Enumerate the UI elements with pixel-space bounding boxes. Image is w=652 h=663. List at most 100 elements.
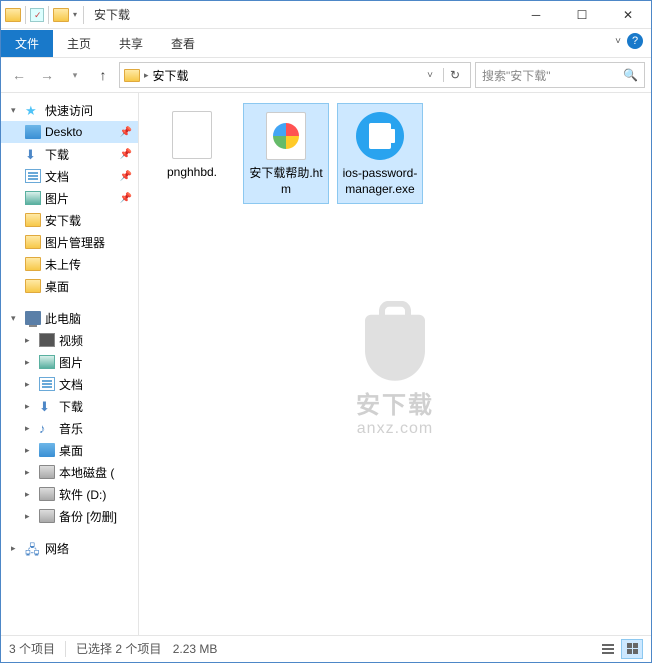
sidebar-item-pictures[interactable]: ▸图片	[1, 351, 138, 373]
sidebar-item-folder[interactable]: 桌面	[1, 275, 138, 297]
sidebar-item-folder[interactable]: 图片管理器	[1, 231, 138, 253]
expand-icon[interactable]: ▸	[25, 335, 35, 346]
file-item[interactable]: 安下载帮助.htm	[243, 103, 329, 204]
sidebar-item-label: 本地磁盘 (	[59, 464, 114, 481]
help-icon[interactable]: ?	[627, 33, 643, 49]
expand-icon[interactable]: ▾	[11, 105, 21, 116]
sidebar-item-label: 图片管理器	[45, 234, 105, 251]
expand-icon[interactable]: ▸	[25, 357, 35, 368]
sidebar-item-label: 下载	[45, 146, 69, 163]
drive-icon	[39, 509, 55, 523]
expand-icon[interactable]: ▸	[25, 423, 35, 434]
drive-icon	[39, 465, 55, 479]
tab-share[interactable]: 共享	[105, 30, 157, 57]
pin-icon: 📌	[120, 149, 132, 160]
title-bar: ✓ ▾ 安下载 ─ ☐ ✕	[1, 1, 651, 29]
sidebar-item-label: 下载	[59, 398, 83, 415]
sidebar-item-label: 备份 [勿删]	[59, 508, 117, 525]
sidebar-item-downloads[interactable]: ⬇下载📌	[1, 143, 138, 165]
document-icon	[25, 169, 41, 183]
breadcrumb-location[interactable]: 安下载	[153, 67, 189, 84]
recent-dropdown-icon[interactable]: ▾	[63, 63, 87, 87]
expand-icon[interactable]: ▸	[25, 401, 35, 412]
star-icon: ★	[25, 103, 41, 117]
htm-file-icon	[266, 112, 306, 160]
video-icon	[39, 333, 55, 347]
sidebar-item-label: 软件 (D:)	[59, 486, 106, 503]
sidebar-item-folder[interactable]: 安下载	[1, 209, 138, 231]
file-label: pnghhbd.	[167, 165, 217, 181]
sidebar-item-label: 快速访问	[45, 102, 93, 119]
watermark-text: anxz.com	[356, 420, 434, 438]
expand-icon[interactable]: ▾	[11, 313, 21, 324]
expand-icon[interactable]: ▸	[25, 511, 35, 522]
desktop-icon	[25, 125, 41, 139]
file-thumbnail	[354, 110, 406, 162]
breadcrumb[interactable]: ▸ 安下载 ˅ ↻	[119, 62, 471, 88]
sidebar-item-desktop[interactable]: ▸桌面	[1, 439, 138, 461]
sidebar-item-downloads[interactable]: ▸⬇下载	[1, 395, 138, 417]
maximize-button[interactable]: ☐	[559, 1, 605, 28]
up-button[interactable]: ↑	[91, 63, 115, 87]
sidebar-item-drive[interactable]: ▸ 本地磁盘 (	[1, 461, 138, 483]
expand-icon[interactable]: ▸	[11, 543, 21, 554]
expand-icon[interactable]: ▸	[25, 467, 35, 478]
file-thumbnail	[166, 109, 218, 161]
ribbon-collapse-icon[interactable]: ˅	[615, 36, 621, 47]
navigation-bar: ← → ▾ ↑ ▸ 安下载 ˅ ↻ 搜索"安下载" 🔍	[1, 57, 651, 93]
status-selection: 已选择 2 个项目	[76, 640, 161, 657]
navigation-pane[interactable]: ▾ ★ 快速访问 Deskto📌 ⬇下载📌 文档📌 图片📌 安下载 图片管理器 …	[1, 93, 139, 635]
sidebar-item-documents[interactable]: 文档📌	[1, 165, 138, 187]
sidebar-item-documents[interactable]: ▸文档	[1, 373, 138, 395]
folder-icon[interactable]	[53, 8, 69, 22]
status-size: 2.23 MB	[173, 642, 218, 656]
sidebar-item-drive[interactable]: ▸ 备份 [勿删]	[1, 505, 138, 527]
folder-icon	[124, 69, 140, 82]
picture-icon	[25, 191, 41, 205]
sidebar-item-folder[interactable]: 未上传	[1, 253, 138, 275]
refresh-icon[interactable]: ↻	[443, 68, 466, 82]
sidebar-network[interactable]: ▸ 🖧 网络	[1, 537, 138, 559]
file-list[interactable]: pnghhbd. 安下载帮助.htm ios-password-manager.…	[139, 93, 651, 635]
sidebar-item-desktop[interactable]: Deskto📌	[1, 121, 138, 143]
expand-icon[interactable]: ▸	[25, 379, 35, 390]
sidebar-item-label: 图片	[45, 190, 69, 207]
close-button[interactable]: ✕	[605, 1, 651, 28]
sidebar-item-label: 安下载	[45, 212, 81, 229]
file-label: ios-password-manager.exe	[340, 166, 420, 197]
chevron-down-icon[interactable]: ˅	[421, 70, 439, 81]
picture-icon	[39, 355, 55, 369]
desktop-icon	[39, 443, 55, 457]
chevron-right-icon[interactable]: ▸	[144, 70, 149, 81]
expand-icon[interactable]: ▸	[25, 489, 35, 500]
qat-dropdown-icon[interactable]: ▾	[71, 10, 79, 19]
view-details-button[interactable]	[597, 639, 619, 659]
minimize-button[interactable]: ─	[513, 1, 559, 28]
properties-icon[interactable]: ✓	[30, 8, 44, 22]
sidebar-item-videos[interactable]: ▸ 视频	[1, 329, 138, 351]
file-item[interactable]: ios-password-manager.exe	[337, 103, 423, 204]
tab-home[interactable]: 主页	[53, 30, 105, 57]
search-input[interactable]: 搜索"安下载" 🔍	[475, 62, 645, 88]
sidebar-item-label: 视频	[59, 332, 83, 349]
forward-button[interactable]: →	[35, 63, 59, 87]
sidebar-item-label: 音乐	[59, 420, 83, 437]
expand-icon[interactable]: ▸	[25, 445, 35, 456]
window-title: 安下载	[90, 6, 513, 23]
sidebar-this-pc[interactable]: ▾ 此电脑	[1, 307, 138, 329]
tab-view[interactable]: 查看	[157, 30, 209, 57]
folder-icon[interactable]	[5, 8, 21, 22]
tab-file[interactable]: 文件	[1, 30, 53, 57]
sidebar-item-pictures[interactable]: 图片📌	[1, 187, 138, 209]
folder-icon	[25, 257, 41, 271]
sidebar-item-label: 此电脑	[45, 310, 81, 327]
sidebar-item-label: 未上传	[45, 256, 81, 273]
sidebar-item-drive[interactable]: ▸ 软件 (D:)	[1, 483, 138, 505]
file-item[interactable]: pnghhbd.	[149, 103, 235, 187]
sidebar-item-music[interactable]: ▸♪音乐	[1, 417, 138, 439]
back-button[interactable]: ←	[7, 63, 31, 87]
sidebar-quick-access[interactable]: ▾ ★ 快速访问	[1, 99, 138, 121]
search-icon[interactable]: 🔍	[623, 68, 638, 82]
view-large-icons-button[interactable]	[621, 639, 643, 659]
quick-access-toolbar: ✓ ▾	[1, 6, 90, 24]
